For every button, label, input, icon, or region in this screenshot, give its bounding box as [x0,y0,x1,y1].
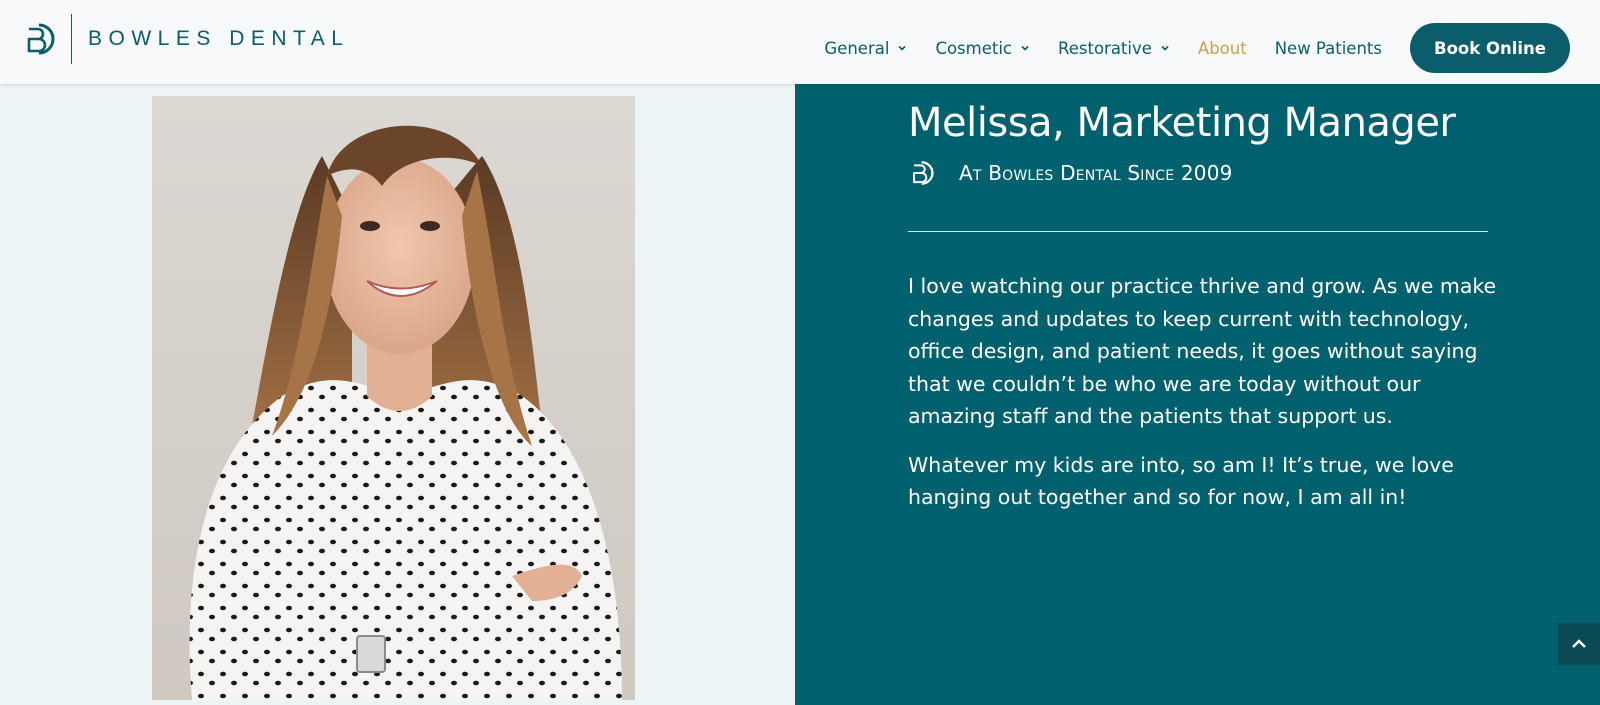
section-divider [908,231,1488,232]
book-online-button[interactable]: Book Online [1410,23,1570,73]
photo-panel [0,84,795,705]
site-header: BOWLES DENTAL General Cosmetic Restorati… [0,0,1600,84]
tenure-row: At Bowles Dental Since 2009 [911,160,1233,186]
nav-item-restorative[interactable]: Restorative [1058,39,1170,58]
chevron-down-icon [1161,45,1169,51]
nav-item-label: Cosmetic [935,38,1012,58]
profile-bio: I love watching our practice thrive and … [908,270,1498,530]
staff-portrait-illustration [189,125,622,700]
nav-item-new-patients[interactable]: New Patients [1275,39,1382,58]
nav-item-cosmetic[interactable]: Cosmetic [935,39,1030,58]
chevron-down-icon [1021,45,1029,51]
bio-paragraph: Whatever my kids are into, so am I! It’s… [908,452,1454,510]
bd-monogram-icon [27,23,55,55]
nav-item-label: General [824,38,890,58]
logo-divider [71,14,72,64]
scroll-to-top-button[interactable] [1558,623,1600,665]
nav-item-about[interactable]: About [1198,39,1247,58]
nav-item-label: Restorative [1058,38,1152,58]
bio-paragraph: I love watching our practice thrive and … [908,274,1497,428]
chevron-up-icon [1572,639,1586,648]
staff-photo [152,96,635,700]
logo-text: BOWLES DENTAL [88,27,350,50]
nav-item-label: About [1197,38,1247,58]
site-logo[interactable]: BOWLES DENTAL [25,14,349,64]
main-nav: General Cosmetic Restorative About New P… [824,23,1570,73]
tenure-text: At Bowles Dental Since 2009 [959,161,1233,185]
bd-monogram-icon [913,161,934,185]
profile-panel: Melissa, Marketing Manager At Bowles Den… [795,84,1600,705]
profile-heading: Melissa, Marketing Manager [908,100,1456,146]
nav-item-label: New Patients [1274,38,1382,58]
chevron-down-icon [898,45,907,51]
nav-item-general[interactable]: General [824,39,907,58]
